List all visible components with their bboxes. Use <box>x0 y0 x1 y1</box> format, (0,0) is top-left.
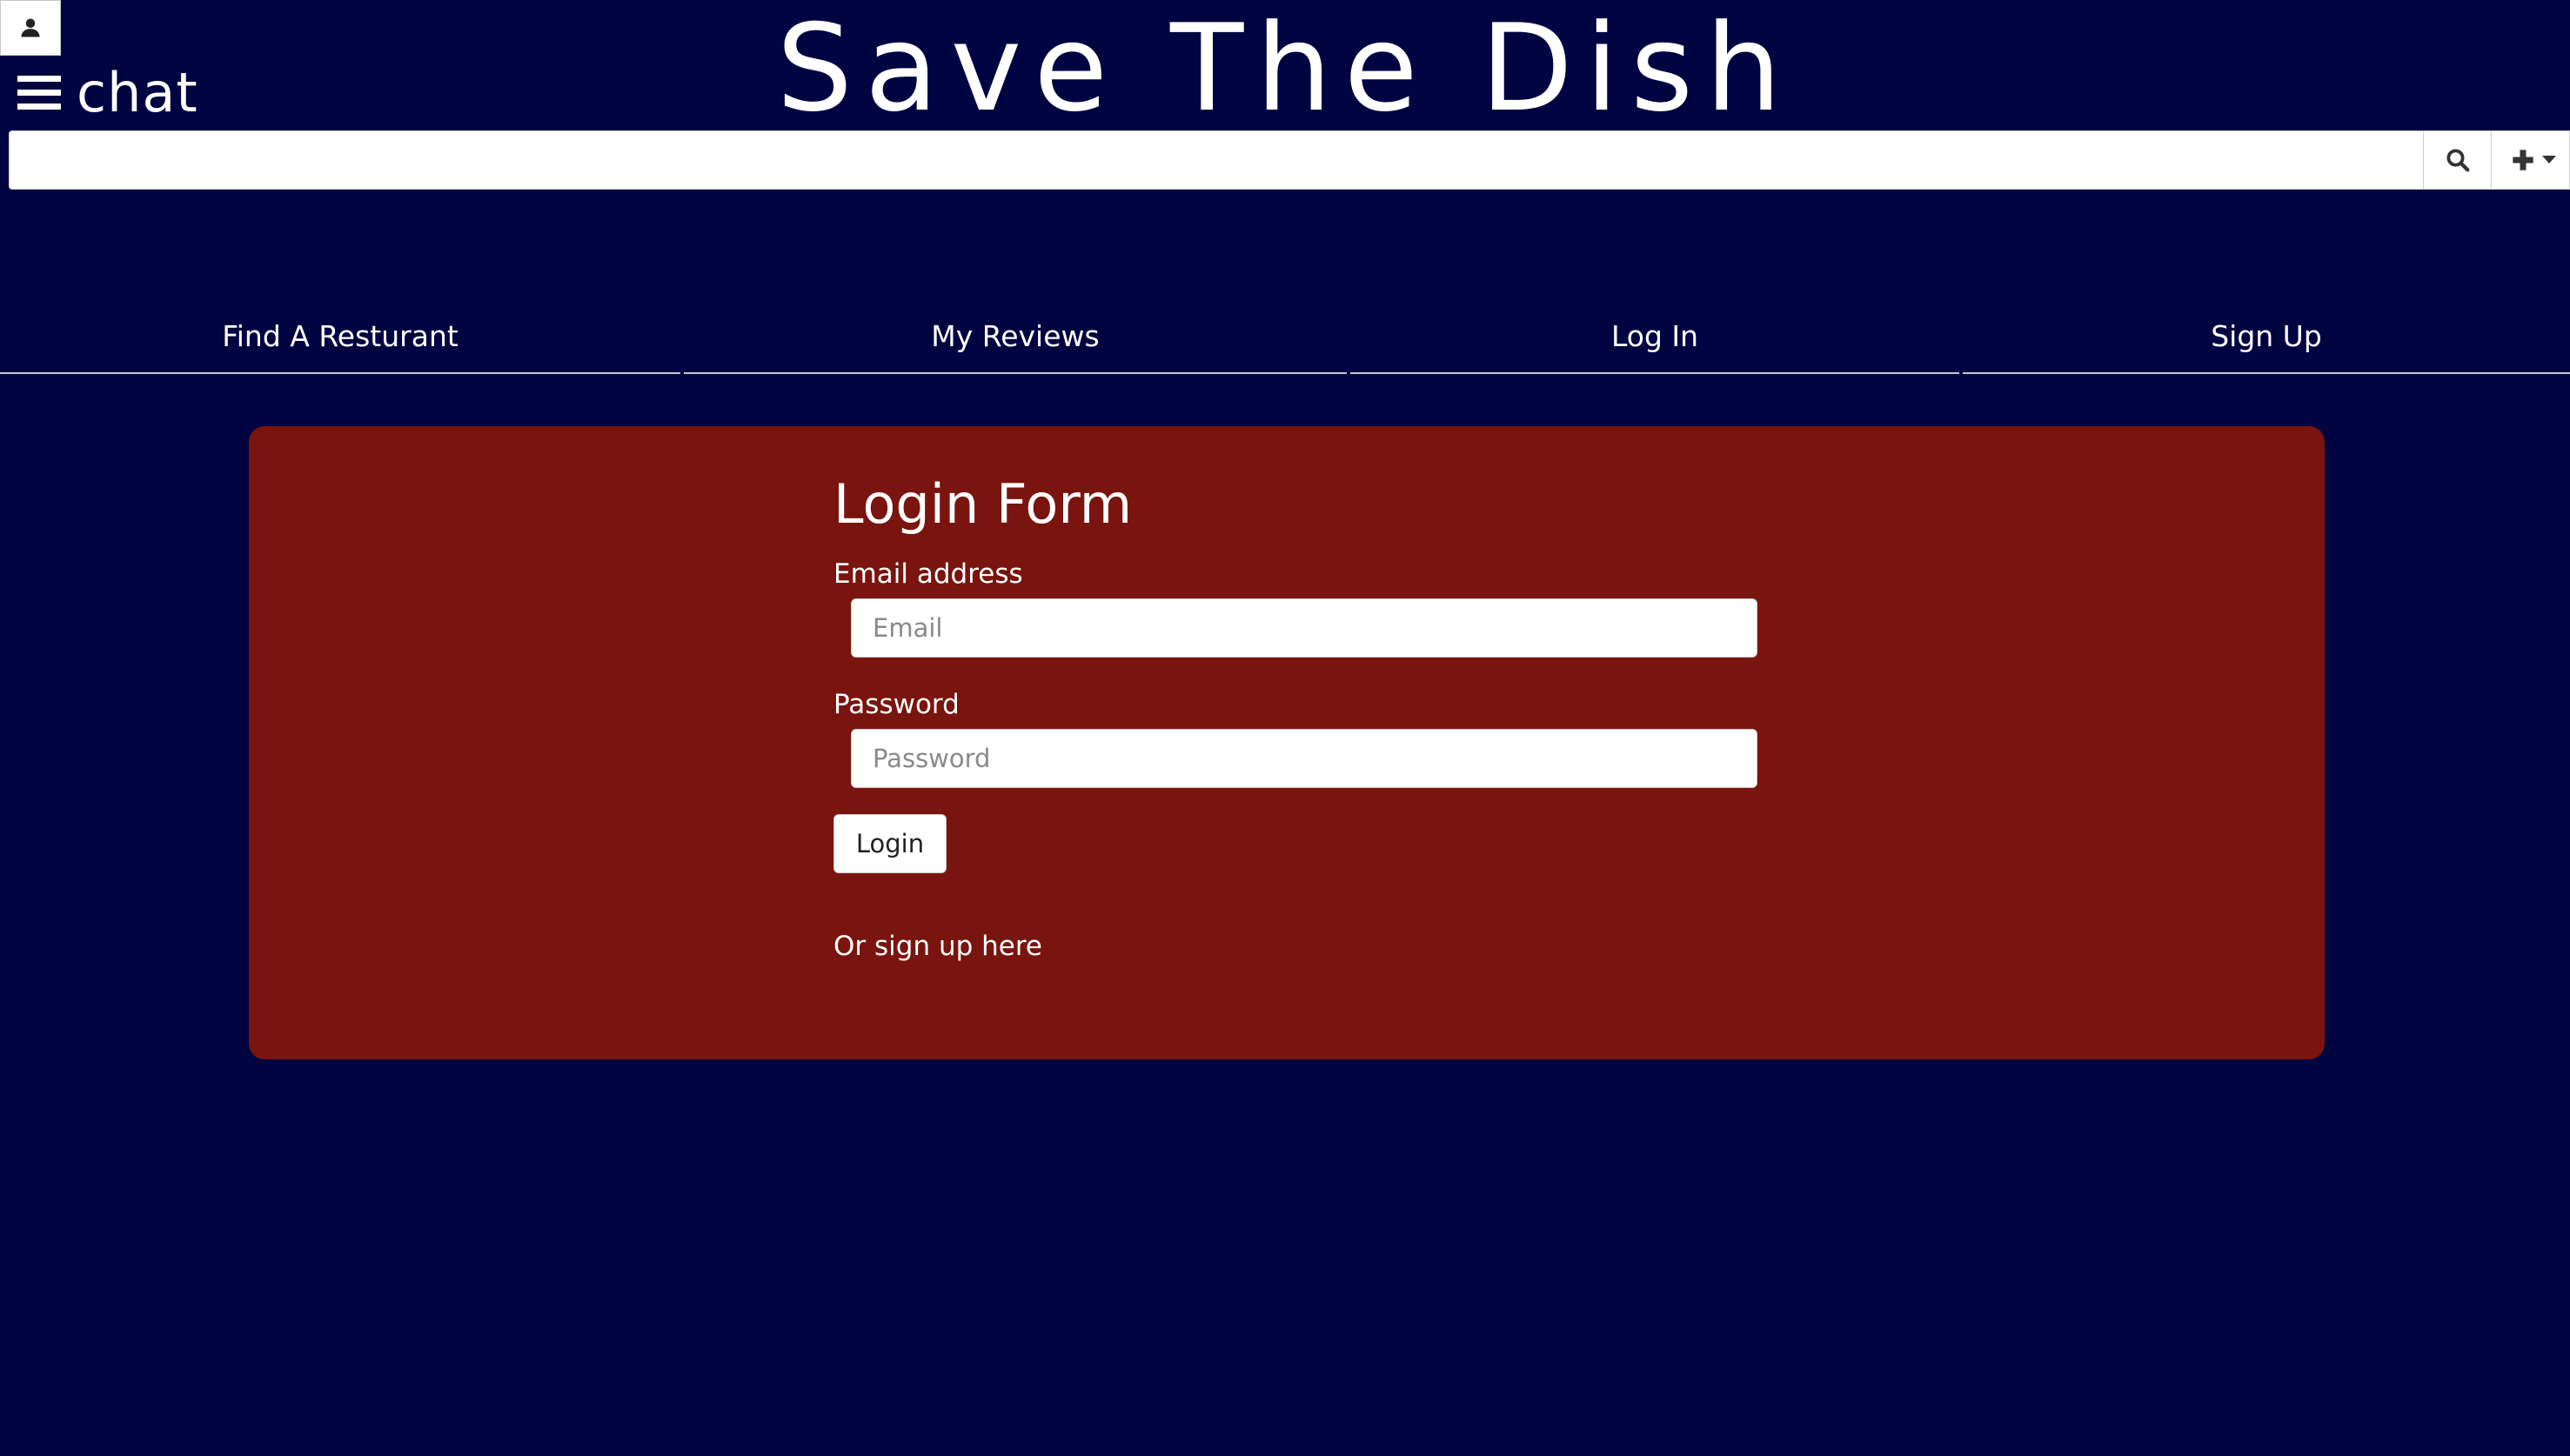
password-label: Password <box>833 689 960 720</box>
add-dropdown-button[interactable] <box>2491 131 2569 189</box>
chevron-down-icon <box>2542 156 2556 164</box>
nav-item-label: Log In <box>1610 319 1699 353</box>
search-bar <box>9 130 2570 190</box>
nav-item-label: Find A Resturant <box>222 319 458 353</box>
email-field[interactable] <box>851 598 1757 658</box>
main-nav: Find A Resturant My Reviews Log In Sign … <box>0 311 2570 374</box>
nav-item-log-in[interactable]: Log In <box>1350 311 1959 374</box>
search-button[interactable] <box>2423 131 2491 189</box>
signup-link[interactable]: Or sign up here <box>833 929 1042 964</box>
site-title: Save The Dish <box>776 0 1794 138</box>
search-icon <box>2446 149 2469 172</box>
plus-icon <box>2513 150 2533 170</box>
login-form-title: Login Form <box>833 472 1133 536</box>
nav-item-find-restaurant[interactable]: Find A Resturant <box>0 311 680 374</box>
nav-item-sign-up[interactable]: Sign Up <box>1963 311 2570 374</box>
search-input[interactable] <box>10 131 2423 189</box>
nav-item-label: Sign Up <box>2211 319 2322 353</box>
nav-item-my-reviews[interactable]: My Reviews <box>684 311 1347 374</box>
login-panel: Login Form Email address Password Login … <box>249 426 2325 1059</box>
password-field[interactable] <box>851 729 1757 788</box>
login-button[interactable]: Login <box>833 814 947 873</box>
nav-item-label: My Reviews <box>931 319 1100 353</box>
email-label: Email address <box>833 558 1023 590</box>
